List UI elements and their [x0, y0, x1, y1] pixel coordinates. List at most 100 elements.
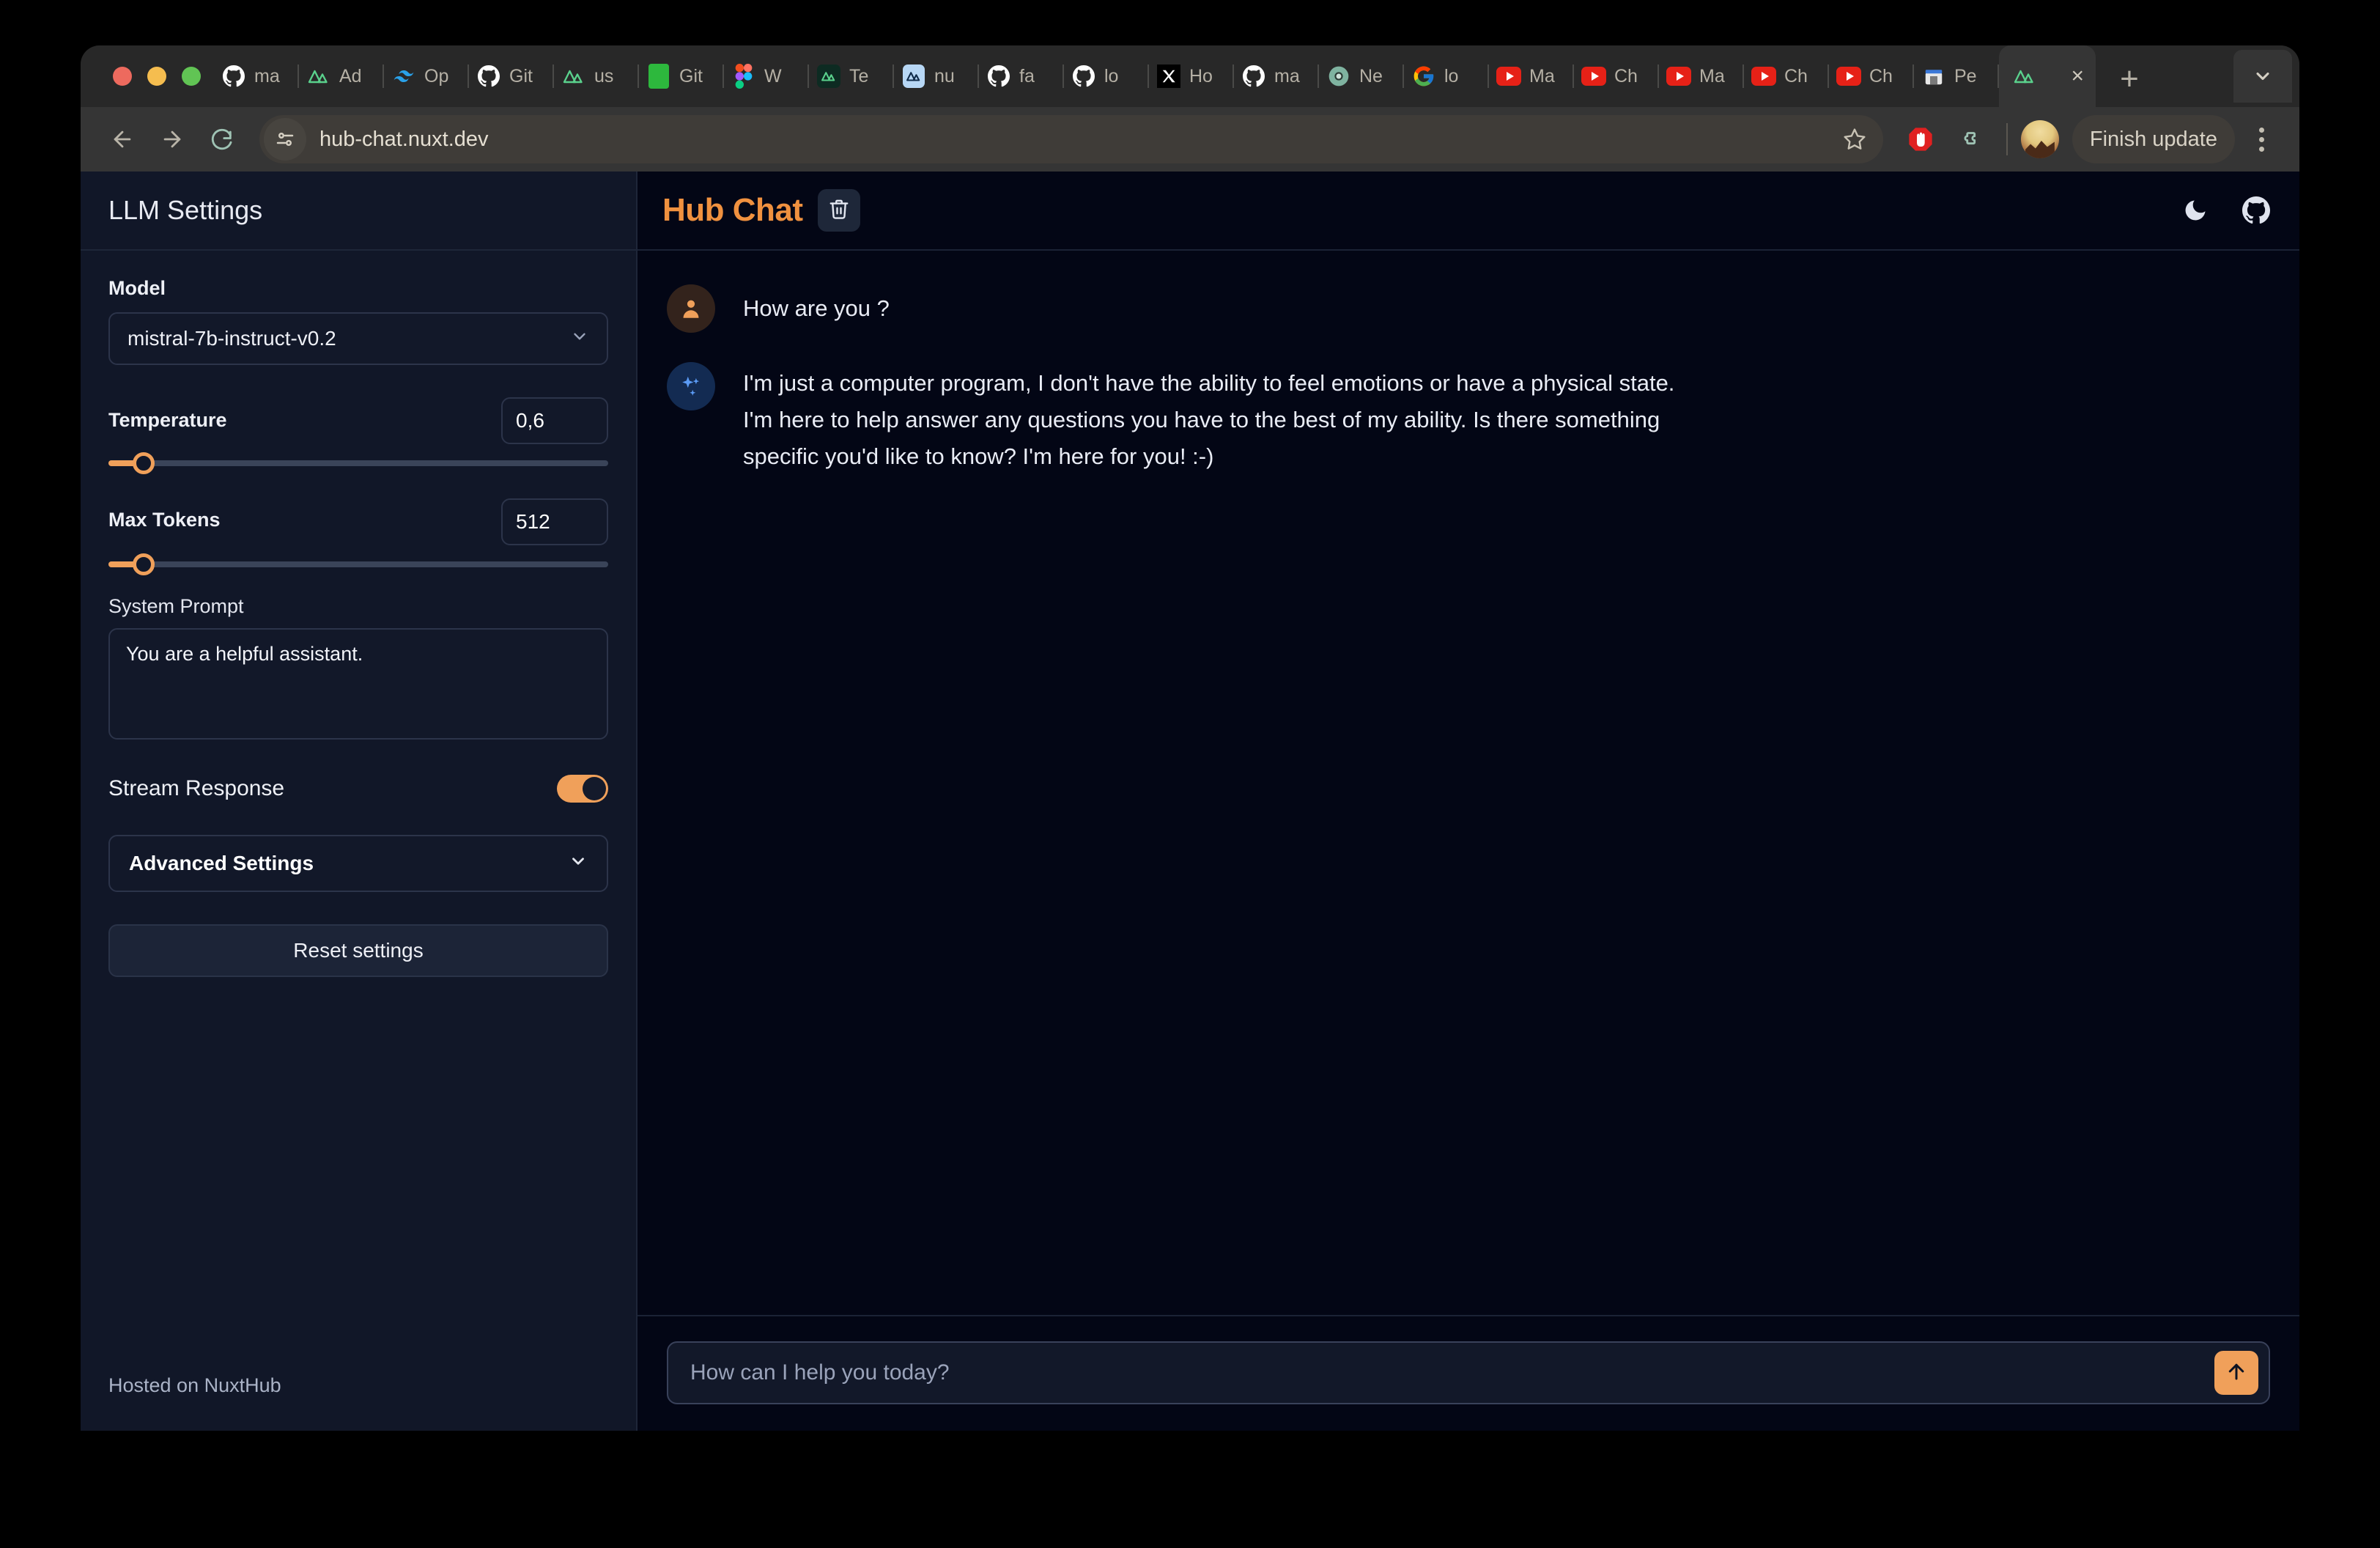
reload-icon[interactable]: [199, 117, 245, 162]
youtube-icon: [1666, 64, 1691, 89]
tab-label: Ne: [1359, 66, 1383, 87]
browser-tab[interactable]: Pe: [1914, 45, 1999, 107]
advanced-settings-accordion[interactable]: Advanced Settings: [108, 835, 608, 892]
youtube-icon: [1496, 64, 1521, 89]
browser-tab[interactable]: Ch: [1744, 45, 1829, 107]
tab-label: us: [594, 66, 613, 87]
tab-label: Pe: [1954, 66, 1977, 87]
reset-settings-button[interactable]: Reset settings: [108, 924, 608, 977]
finish-update-button[interactable]: Finish update: [2072, 115, 2235, 163]
browser-toolbar: hub-chat.nuxt.dev Finish update: [81, 107, 2299, 172]
tab-label: lo: [1104, 66, 1118, 87]
browser-tab[interactable]: Ch: [1829, 45, 1914, 107]
address-bar[interactable]: hub-chat.nuxt.dev: [259, 115, 1883, 163]
close-icon[interactable]: ×: [2071, 65, 2084, 87]
github-icon[interactable]: [2242, 196, 2270, 224]
temperature-slider[interactable]: [108, 460, 608, 466]
chevron-down-icon: [569, 852, 588, 876]
browser-tab[interactable]: Ad: [299, 45, 384, 107]
browser-tab[interactable]: lo: [1404, 45, 1489, 107]
chevron-down-icon: [570, 327, 589, 351]
tab-label: fa: [1019, 66, 1035, 87]
browser-tab[interactable]: Te: [809, 45, 894, 107]
max-tokens-row: Max Tokens 512: [108, 498, 608, 545]
browser-tab[interactable]: Ne: [1319, 45, 1404, 107]
stream-response-toggle[interactable]: [557, 775, 608, 803]
message-user: How are you ?: [667, 284, 2270, 333]
browser-tab[interactable]: nu: [894, 45, 979, 107]
tailwind-icon: [391, 64, 416, 89]
youtube-icon: [1751, 64, 1776, 89]
chat-input[interactable]: How can I help you today?: [690, 1360, 2214, 1385]
system-prompt-field: System Prompt You are a helpful assistan…: [108, 595, 608, 740]
temperature-slider-thumb[interactable]: [133, 452, 155, 474]
tab-label: nu: [934, 66, 955, 87]
browser-tab[interactable]: lo: [1064, 45, 1149, 107]
puzzle-icon[interactable]: [1948, 117, 1993, 162]
max-tokens-slider-thumb[interactable]: [133, 553, 155, 575]
message-text: How are you ?: [743, 284, 890, 333]
browser-tab[interactable]: W: [724, 45, 809, 107]
new-tab-button[interactable]: +: [2106, 56, 2153, 103]
send-button[interactable]: [2214, 1351, 2258, 1395]
tab-search-button[interactable]: [2233, 50, 2292, 103]
browser-tab[interactable]: ma: [1234, 45, 1319, 107]
browser-tab[interactable]: Op: [384, 45, 469, 107]
chat-header-actions: [2182, 196, 2270, 224]
browser-tab[interactable]: Ma: [1659, 45, 1744, 107]
window-controls: [100, 45, 214, 107]
browser-tab-active[interactable]: ×: [1999, 45, 2096, 107]
three-dot-menu-icon[interactable]: [2242, 117, 2280, 162]
tab-strip: maAdOpGitusGitWTenufaloHomaNeloMaChMaChC…: [81, 45, 2299, 107]
message-list: How are you ? I'm just a computer progra…: [638, 251, 2299, 1315]
tab-label: Git: [509, 66, 533, 87]
nuxt-dark-icon: [816, 64, 841, 89]
moon-icon[interactable]: [2182, 197, 2209, 224]
max-tokens-input[interactable]: 512: [501, 498, 608, 545]
browser-tab[interactable]: Ho: [1149, 45, 1234, 107]
browser-tab[interactable]: Ma: [1489, 45, 1574, 107]
close-window-button[interactable]: [113, 67, 132, 86]
max-tokens-slider[interactable]: [108, 561, 608, 567]
star-icon[interactable]: [1833, 118, 1876, 161]
menu-dot: [2259, 128, 2264, 133]
x-icon: [1156, 64, 1181, 89]
llm-settings-sidebar: LLM Settings Model mistral-7b-instruct-v…: [81, 172, 638, 1431]
menu-dot: [2259, 137, 2264, 142]
browser-tab[interactable]: ma: [214, 45, 299, 107]
maximize-window-button[interactable]: [182, 67, 201, 86]
adblock-icon[interactable]: [1898, 117, 1943, 162]
avatar[interactable]: [2021, 120, 2059, 158]
url-text[interactable]: hub-chat.nuxt.dev: [319, 128, 489, 152]
browser-tab[interactable]: Ch: [1574, 45, 1659, 107]
tab-list: maAdOpGitusGitWTenufaloHomaNeloMaChMaChC…: [214, 45, 2233, 107]
back-icon[interactable]: [100, 117, 145, 162]
nuxt-icon: [561, 64, 586, 89]
minimize-window-button[interactable]: [147, 67, 166, 86]
chromium-icon: [1326, 64, 1351, 89]
forward-icon[interactable]: [149, 117, 195, 162]
max-tokens-label: Max Tokens: [108, 498, 221, 531]
sidebar-footer: Hosted on NuxtHub: [81, 1374, 636, 1431]
github-icon: [221, 64, 246, 89]
browser-tab[interactable]: fa: [979, 45, 1064, 107]
page-content: LLM Settings Model mistral-7b-instruct-v…: [81, 172, 2299, 1431]
browser-tab[interactable]: Git: [639, 45, 724, 107]
user-avatar-icon: [667, 284, 715, 333]
browser-tab[interactable]: Git: [469, 45, 554, 107]
tab-label: W: [764, 66, 782, 87]
chat-input-wrapper[interactable]: How can I help you today?: [667, 1341, 2270, 1404]
figma-icon: [731, 64, 756, 89]
tune-icon[interactable]: [264, 118, 306, 161]
system-prompt-textarea[interactable]: You are a helpful assistant.: [108, 628, 608, 740]
tab-label: ma: [1274, 66, 1300, 87]
temperature-row: Temperature 0,6: [108, 397, 608, 444]
model-select[interactable]: mistral-7b-instruct-v0.2: [108, 312, 608, 365]
google-icon: [1411, 64, 1436, 89]
clear-chat-button[interactable]: [818, 189, 860, 232]
temperature-input[interactable]: 0,6: [501, 397, 608, 444]
browser-window: maAdOpGitusGitWTenufaloHomaNeloMaChMaChC…: [81, 45, 2299, 1431]
browser-tab[interactable]: us: [554, 45, 639, 107]
github-icon: [476, 64, 501, 89]
youtube-icon: [1581, 64, 1606, 89]
